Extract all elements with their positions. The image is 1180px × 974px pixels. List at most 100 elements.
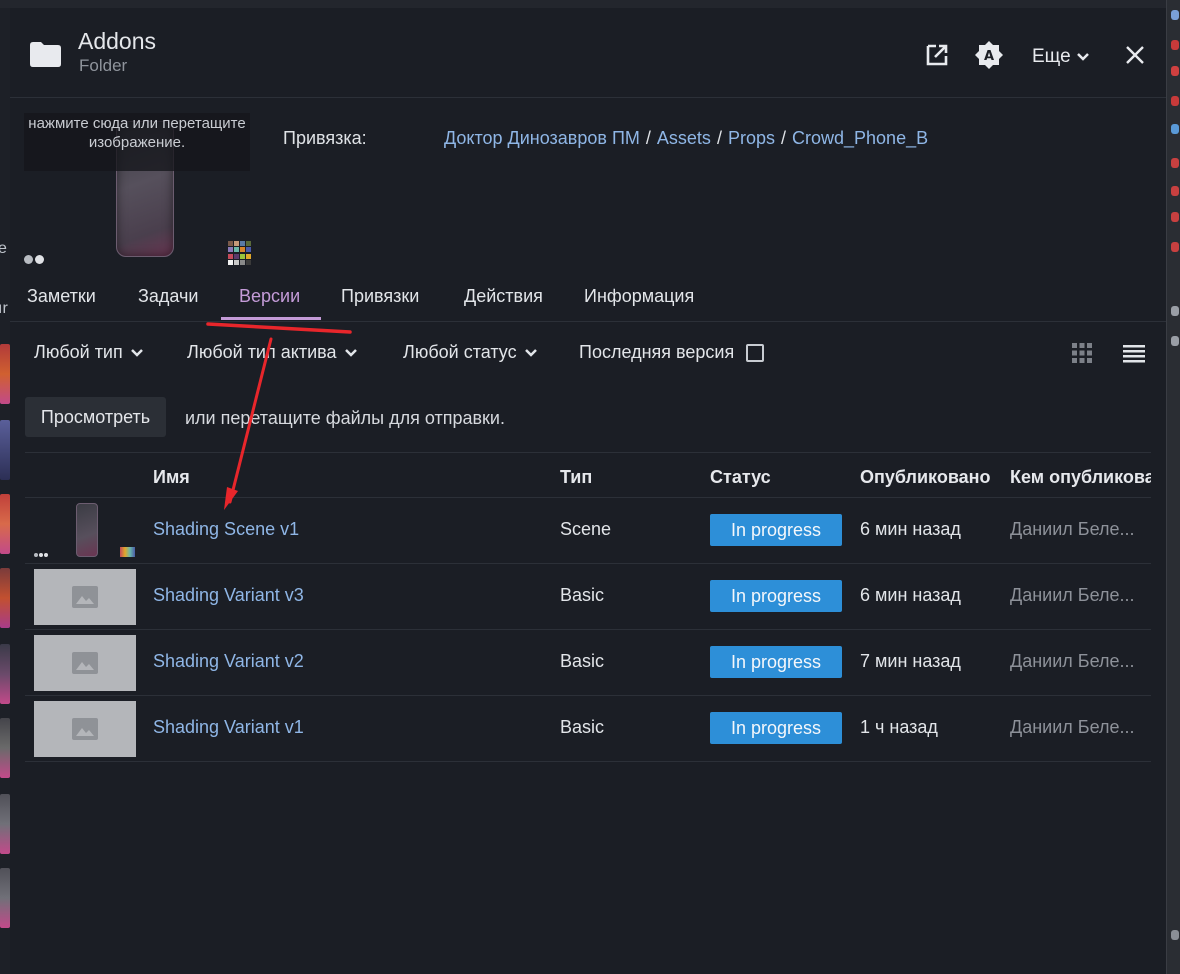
thumbnail-upload-hint: нажмите сюда или перетащите изображение. bbox=[24, 113, 250, 171]
breadcrumb: Доктор Динозавров ПМ / Assets / Props / … bbox=[444, 128, 928, 149]
breadcrumb-separator: / bbox=[716, 128, 722, 148]
filter-latest-version[interactable]: Последняя версия bbox=[579, 342, 765, 363]
color-checker-icon bbox=[228, 241, 251, 265]
column-type[interactable]: Тип bbox=[560, 467, 592, 488]
background-thumb bbox=[0, 568, 10, 628]
latest-version-checkbox[interactable] bbox=[746, 343, 765, 362]
tab-info[interactable]: Информация bbox=[584, 286, 694, 307]
background-dot bbox=[1171, 96, 1179, 106]
background-dot bbox=[1171, 40, 1179, 50]
svg-text:A: A bbox=[984, 49, 994, 64]
version-thumbnail bbox=[34, 503, 136, 559]
version-type: Basic bbox=[560, 585, 605, 605]
asset-thumbnail-dropzone[interactable]: нажмите сюда или перетащите изображение. bbox=[24, 113, 251, 265]
filter-any-status-label: Любой статус bbox=[403, 342, 517, 362]
column-published-by[interactable]: Кем опубликова bbox=[1010, 467, 1151, 488]
background-dot bbox=[1171, 212, 1179, 222]
image-placeholder-icon bbox=[72, 586, 98, 608]
status-badge[interactable]: In progress bbox=[710, 580, 842, 612]
filter-any-asset-type[interactable]: Любой тип актива bbox=[187, 342, 357, 363]
breadcrumb-assets[interactable]: Assets bbox=[657, 128, 711, 149]
background-dot bbox=[1171, 242, 1179, 252]
filter-any-type[interactable]: Любой тип bbox=[34, 342, 143, 363]
image-placeholder-icon bbox=[72, 718, 98, 740]
table-row[interactable]: Shading Variant v2 Basic In progress 7 м… bbox=[25, 630, 1151, 696]
grid-view-icon[interactable] bbox=[1070, 342, 1094, 364]
version-author: Даниил Беле... bbox=[1010, 651, 1135, 671]
background-glyph: ır bbox=[0, 300, 8, 317]
background-right-strip bbox=[1166, 0, 1180, 974]
version-thumbnail bbox=[34, 701, 136, 757]
filter-any-status[interactable]: Любой статус bbox=[403, 342, 537, 363]
auto-avatar-icon: A bbox=[975, 41, 1003, 69]
more-menu-button[interactable]: Еще bbox=[1032, 42, 1089, 72]
version-author: Даниил Беле... bbox=[1010, 519, 1135, 539]
version-author: Даниил Беле... bbox=[1010, 717, 1135, 737]
status-badge[interactable]: In progress bbox=[710, 712, 842, 744]
panel-header: Addons Folder A Еще bbox=[10, 8, 1166, 98]
tab-links[interactable]: Привязки bbox=[341, 286, 419, 307]
chevron-down-icon bbox=[524, 348, 537, 357]
tab-bar: Заметки Задачи Версии Привязки Действия … bbox=[10, 276, 1166, 322]
version-published-time: 6 мин назад bbox=[860, 585, 961, 605]
page-title: Addons bbox=[78, 28, 157, 54]
version-name-link[interactable]: Shading Variant v2 bbox=[153, 651, 304, 672]
open-external-button[interactable] bbox=[924, 40, 950, 70]
list-view-icon[interactable] bbox=[1122, 342, 1146, 364]
background-dot bbox=[1171, 10, 1179, 20]
material-preview-dots bbox=[34, 553, 48, 557]
browse-files-button[interactable]: Просмотреть bbox=[25, 397, 166, 437]
background-thumb bbox=[0, 644, 10, 704]
window-top-strip bbox=[0, 0, 1180, 8]
chevron-down-icon bbox=[344, 348, 357, 357]
table-row[interactable]: Shading Variant v1 Basic In progress 1 ч… bbox=[25, 696, 1151, 762]
close-button[interactable] bbox=[1122, 40, 1148, 70]
table-row[interactable]: Shading Scene v1 Scene In progress 6 мин… bbox=[25, 498, 1151, 564]
link-label: Привязка: bbox=[283, 128, 367, 148]
background-dot bbox=[1171, 158, 1179, 168]
drop-files-text: или перетащите файлы для отправки. bbox=[185, 408, 505, 428]
breadcrumb-props[interactable]: Props bbox=[728, 128, 775, 149]
background-glyph: e bbox=[0, 240, 7, 257]
close-icon bbox=[1126, 46, 1144, 64]
table-row[interactable]: Shading Variant v3 Basic In progress 6 м… bbox=[25, 564, 1151, 630]
version-name-link[interactable]: Shading Variant v3 bbox=[153, 585, 304, 606]
versions-table: Имя Тип Статус Опубликовано Кем опублико… bbox=[25, 452, 1151, 762]
page-subtitle: Folder bbox=[79, 56, 128, 75]
filter-any-asset-type-label: Любой тип актива bbox=[187, 342, 337, 362]
status-badge[interactable]: In progress bbox=[710, 646, 842, 678]
breadcrumb-separator: / bbox=[645, 128, 651, 148]
version-thumbnail bbox=[34, 569, 136, 625]
background-dot bbox=[1171, 306, 1179, 316]
tab-notes[interactable]: Заметки bbox=[27, 286, 96, 307]
filter-any-type-label: Любой тип bbox=[34, 342, 123, 362]
version-name-link[interactable]: Shading Scene v1 bbox=[153, 519, 299, 540]
tab-activity[interactable]: Действия bbox=[464, 286, 543, 307]
active-tab-indicator bbox=[221, 317, 321, 320]
column-status[interactable]: Статус bbox=[710, 467, 771, 488]
breadcrumb-separator: / bbox=[780, 128, 786, 148]
tab-versions[interactable]: Версии bbox=[239, 286, 300, 307]
tab-tasks[interactable]: Задачи bbox=[138, 286, 198, 307]
version-author: Даниил Беле... bbox=[1010, 585, 1135, 605]
status-badge[interactable]: In progress bbox=[710, 514, 842, 546]
background-thumb bbox=[0, 494, 10, 554]
background-dot bbox=[1171, 124, 1179, 134]
chevron-down-icon bbox=[130, 348, 143, 357]
column-published[interactable]: Опубликовано bbox=[860, 467, 991, 488]
auto-avatar-button[interactable]: A bbox=[974, 40, 1004, 70]
breadcrumb-project[interactable]: Доктор Динозавров ПМ bbox=[444, 128, 640, 149]
background-thumb bbox=[0, 718, 10, 778]
breadcrumb-asset[interactable]: Crowd_Phone_B bbox=[792, 128, 928, 149]
column-name[interactable]: Имя bbox=[153, 467, 190, 488]
scene-preview-image bbox=[76, 503, 98, 557]
table-header: Имя Тип Статус Опубликовано Кем опублико… bbox=[25, 452, 1151, 498]
folder-icon bbox=[30, 42, 61, 67]
color-checker-icon bbox=[120, 547, 135, 557]
filter-latest-version-label: Последняя версия bbox=[579, 342, 735, 362]
asset-detail-panel: Addons Folder A Еще нажмите сюда или пер… bbox=[10, 8, 1166, 974]
background-thumb bbox=[0, 344, 10, 404]
background-thumb bbox=[0, 868, 10, 928]
version-name-link[interactable]: Shading Variant v1 bbox=[153, 717, 304, 738]
image-placeholder-icon bbox=[72, 652, 98, 674]
